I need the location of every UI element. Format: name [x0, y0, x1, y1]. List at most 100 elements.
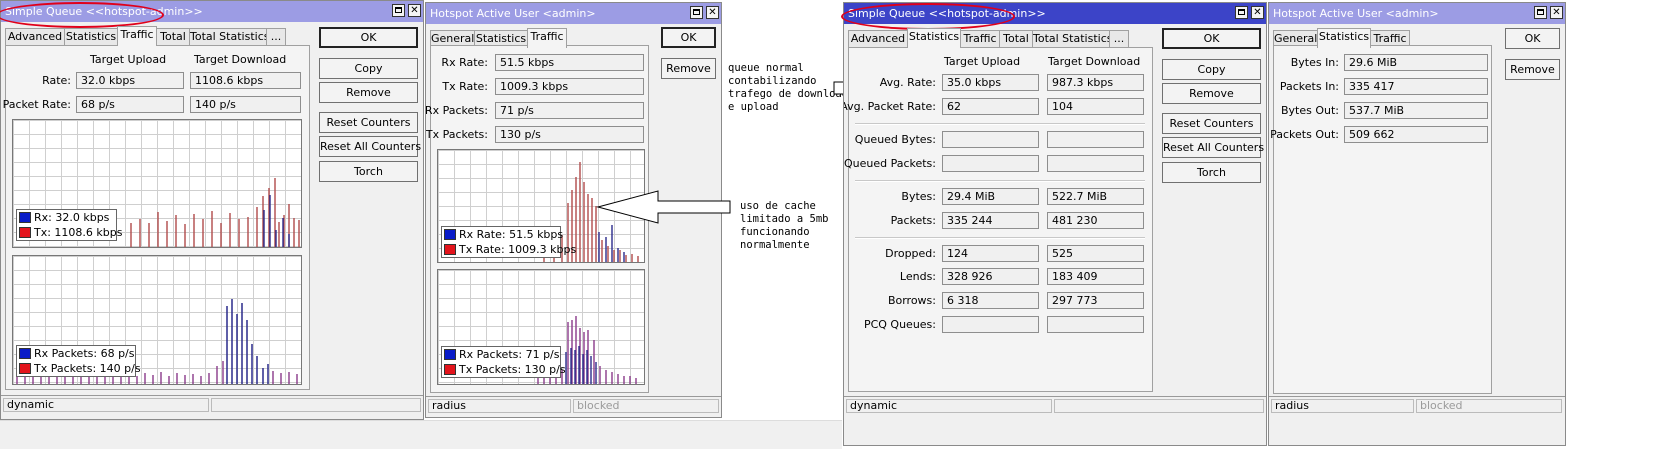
avg-rate-upload-field: 35.0 kbps [942, 74, 1039, 91]
queued-bytes-download-field [1047, 131, 1144, 148]
copy-button[interactable]: Copy [1162, 59, 1261, 80]
dropped-download-field: 525 [1047, 245, 1144, 262]
ok-button[interactable]: OK [319, 27, 418, 48]
packet-rate-download-field: 140 p/s [190, 96, 301, 113]
tab-statistics[interactable]: Statistics [1317, 28, 1371, 48]
simple-queue-window: Simple Queue <<hotspot-admin>> ✕ Advance… [0, 0, 424, 420]
packets-in-field: 335 417 [1344, 78, 1488, 95]
statistics-panel: Target Upload Target Download Avg. Rate:… [844, 47, 1153, 392]
tab-total-statistics[interactable]: Total Statistics [1032, 30, 1112, 47]
tab-total[interactable]: Total [156, 28, 190, 45]
ok-button[interactable]: OK [661, 27, 716, 48]
close-icon[interactable]: ✕ [706, 6, 719, 19]
queued-packets-download-field [1047, 155, 1144, 172]
rx-packets-color-swatch [444, 349, 456, 360]
bytes-in-label: Bytes In: [1290, 56, 1339, 69]
tab-advanced[interactable]: Advanced [5, 28, 65, 45]
remove-button[interactable]: Remove [1505, 59, 1560, 80]
rate-download-field: 1108.6 kbps [190, 72, 301, 89]
legend-item-tx-packets: Tx Packets: 130 p/s [442, 362, 566, 377]
annotation-arrow-left [596, 190, 731, 224]
rate-label: Rate: [42, 74, 71, 87]
remove-button[interactable]: Remove [1162, 83, 1261, 104]
torch-button[interactable]: Torch [1162, 162, 1261, 183]
tab-bar: Advanced Statistics Traffic Total Total … [5, 26, 305, 46]
packet-rate-graph: Rx Packets: 71 p/s Tx Packets: 130 p/s [437, 269, 645, 385]
packet-rate-graph: Rx Packets: 68 p/s Tx Packets: 140 p/s [12, 255, 302, 385]
window-title: Hotspot Active User <admin> [430, 7, 596, 20]
tab-advanced[interactable]: Advanced [848, 30, 908, 47]
close-icon[interactable]: ✕ [1251, 6, 1264, 19]
taskbar-fragment [0, 420, 842, 449]
tab-more[interactable]: ... [1109, 30, 1129, 47]
window-title-bar[interactable]: Hotspot Active User <admin> ✕ [1269, 3, 1565, 24]
legend-tx-text: Tx Rate: 1009.3 kbps [459, 243, 577, 256]
window-title-bar[interactable]: Hotspot Active User <admin> ✕ [426, 3, 721, 24]
tab-total-statistics[interactable]: Total Statistics [189, 28, 269, 45]
status-bar: radius blocked [426, 396, 721, 415]
legend-item-tx: Tx: 1108.6 kbps [17, 225, 122, 240]
reset-counters-button[interactable]: Reset Counters [319, 112, 418, 133]
packet-rate-legend: Rx Packets: 68 p/s Tx Packets: 140 p/s [16, 345, 141, 377]
lends-label: Lends: [899, 270, 936, 283]
separator [855, 123, 1145, 125]
remove-button[interactable]: Remove [661, 58, 716, 79]
tab-statistics[interactable]: Statistics [907, 28, 961, 48]
tab-traffic[interactable]: Traffic [527, 28, 567, 48]
reset-all-counters-button[interactable]: Reset All Counters [1162, 137, 1264, 158]
borrows-upload-field: 6 318 [942, 292, 1039, 309]
tab-total[interactable]: Total [999, 30, 1033, 47]
ok-button[interactable]: OK [1162, 28, 1261, 49]
col-header-upload: Target Upload [90, 53, 167, 66]
maximize-icon[interactable] [690, 6, 703, 19]
rate-upload-field: 32.0 kbps [76, 72, 184, 89]
maximize-icon[interactable] [1235, 6, 1248, 19]
queued-packets-label: Queued Packets: [843, 157, 936, 170]
reset-all-counters-button[interactable]: Reset All Counters [319, 136, 421, 157]
copy-button[interactable]: Copy [319, 58, 418, 79]
remove-button[interactable]: Remove [319, 82, 418, 103]
pcq-queues-label: PCQ Queues: [863, 318, 936, 331]
maximize-icon[interactable] [1534, 6, 1547, 19]
avg-rate-label: Avg. Rate: [879, 76, 936, 89]
close-icon[interactable]: ✕ [408, 4, 421, 17]
queued-bytes-upload-field [942, 131, 1039, 148]
status-bar: dynamic [1, 395, 423, 414]
bytes-out-field: 537.7 MiB [1344, 102, 1488, 119]
col-header-download: Target Download [194, 53, 287, 66]
packet-rate-legend: Rx Packets: 71 p/s Tx Packets: 130 p/s [441, 346, 566, 378]
tab-statistics[interactable]: Statistics [64, 28, 118, 45]
tab-more[interactable]: ... [266, 28, 286, 45]
tab-traffic[interactable]: Traffic [960, 30, 1000, 47]
close-icon[interactable]: ✕ [1550, 6, 1563, 19]
col-header-download: Target Download [1048, 55, 1141, 68]
status-bar: dynamic [844, 396, 1266, 415]
torch-button[interactable]: Torch [319, 161, 418, 182]
tx-rate-label: Tx Rate: [442, 80, 488, 93]
separator [855, 180, 1145, 182]
rx-packets-field: 71 p/s [495, 102, 644, 119]
status-blocked: blocked [573, 399, 719, 413]
traffic-panel: Target Upload Target Download Rate: 32.0… [3, 45, 310, 390]
traffic-rate-legend: Rx: 32.0 kbps Tx: 1108.6 kbps [16, 209, 122, 241]
annotation-queue-normal: queue normal contabilizando trafego de d… [728, 62, 849, 113]
avg-packet-rate-upload-field: 62 [942, 98, 1039, 115]
avg-packet-rate-download-field: 104 [1047, 98, 1144, 115]
status-text: radius [428, 399, 571, 413]
maximize-icon[interactable] [392, 4, 405, 17]
tx-packets-color-swatch [19, 363, 31, 374]
legend-rx-packets-text: Rx Packets: 71 p/s [459, 348, 560, 361]
statistics-panel: Bytes In: 29.6 MiB Packets In: 335 417 B… [1270, 45, 1492, 394]
lends-upload-field: 328 926 [942, 268, 1039, 285]
status-text: dynamic [3, 398, 209, 412]
ok-button[interactable]: OK [1505, 28, 1560, 49]
reset-counters-button[interactable]: Reset Counters [1162, 113, 1261, 134]
bytes-upload-field: 29.4 MiB [942, 188, 1039, 205]
dropped-label: Dropped: [885, 247, 936, 260]
packets-download-field: 481 230 [1047, 212, 1144, 229]
avg-packet-rate-label: Avg. Packet Rate: [843, 100, 936, 113]
tab-traffic[interactable]: Traffic [117, 26, 157, 46]
packets-in-label: Packets In: [1279, 80, 1339, 93]
tx-color-swatch [19, 227, 31, 238]
col-header-upload: Target Upload [944, 55, 1021, 68]
